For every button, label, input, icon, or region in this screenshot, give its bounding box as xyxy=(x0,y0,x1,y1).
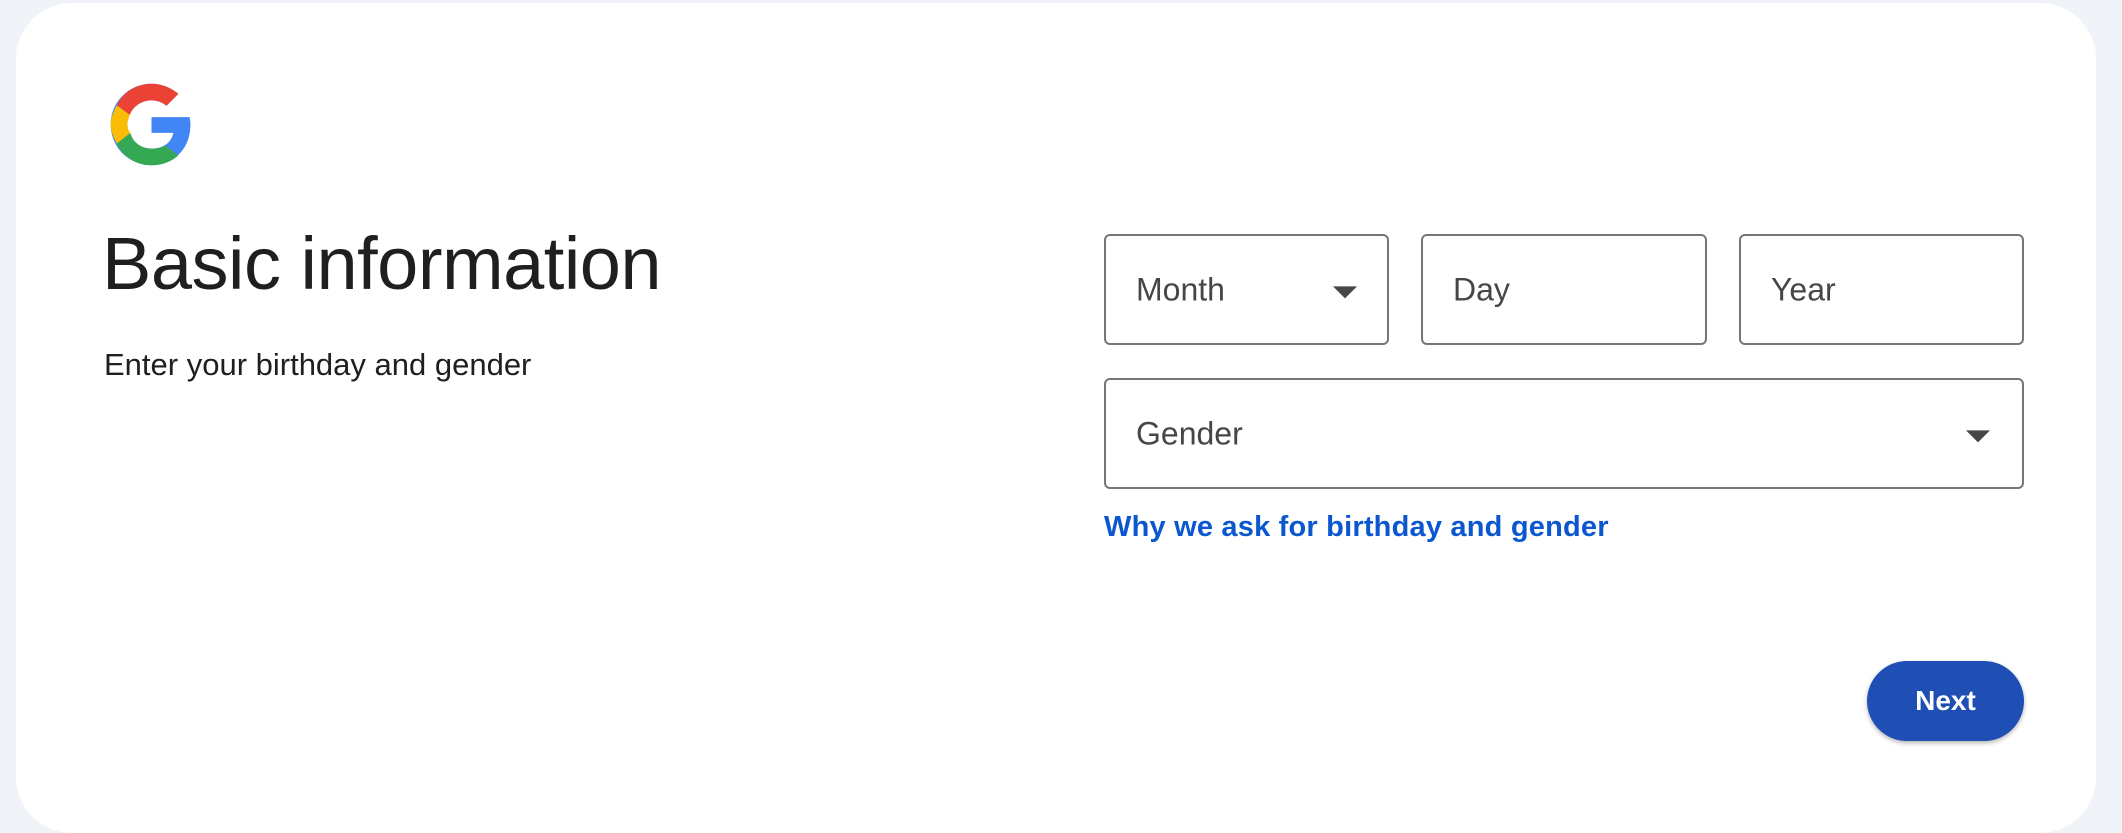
why-we-ask-link[interactable]: Why we ask for birthday and gender xyxy=(1104,508,1609,546)
month-select[interactable]: Month xyxy=(1104,234,1389,345)
next-button[interactable]: Next xyxy=(1867,661,2024,741)
google-logo-icon xyxy=(107,80,196,169)
gender-select-label: Gender xyxy=(1136,415,1243,451)
chevron-down-icon xyxy=(1966,429,1990,442)
day-input-placeholder: Day xyxy=(1453,271,1510,307)
chevron-down-icon xyxy=(1333,285,1357,298)
google-g-logo-icon xyxy=(110,83,191,166)
gender-select[interactable]: Gender xyxy=(1104,378,2024,489)
year-input[interactable]: Year xyxy=(1739,234,2024,345)
page-title: Basic information xyxy=(102,222,662,305)
day-input[interactable]: Day xyxy=(1421,234,1707,345)
page-subtitle: Enter your birthday and gender xyxy=(104,347,532,382)
year-input-placeholder: Year xyxy=(1771,271,1836,307)
month-select-label: Month xyxy=(1136,271,1225,307)
